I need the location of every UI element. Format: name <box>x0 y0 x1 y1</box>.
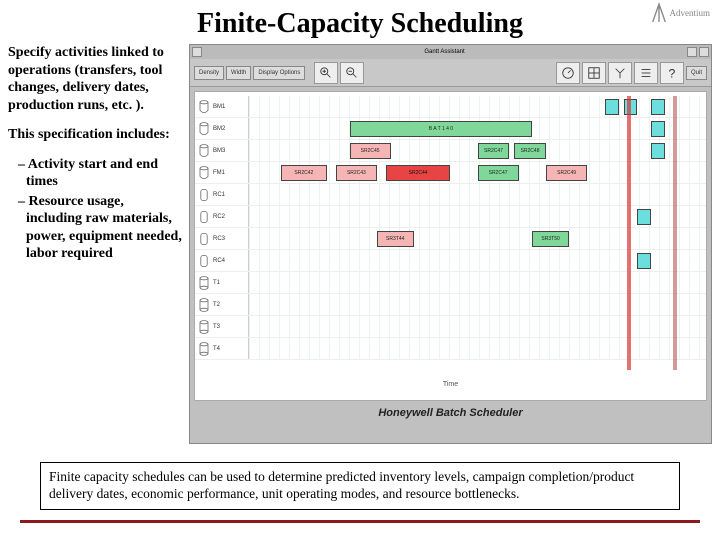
help-icon[interactable]: ? <box>660 62 684 84</box>
row-label: BM1 <box>195 96 249 117</box>
density-button[interactable]: Density <box>194 66 224 80</box>
maximize-icon[interactable] <box>699 47 709 57</box>
quit-button[interactable]: Quit <box>686 66 707 80</box>
row-track[interactable]: B A T 1 4 0 <box>249 118 706 139</box>
scheduler-caption: Honeywell Batch Scheduler <box>190 405 711 421</box>
row-label: BM2 <box>195 118 249 139</box>
list-icon[interactable] <box>634 62 658 84</box>
footer-rule <box>20 520 700 523</box>
time-marker-1 <box>627 96 631 370</box>
left-text-block: Specify activities linked to operations … <box>8 44 183 444</box>
gantt-bar[interactable]: SR2C48 <box>514 143 546 159</box>
time-axis-label: Time <box>195 381 706 388</box>
row-track[interactable] <box>249 272 706 293</box>
row-track[interactable] <box>249 184 706 205</box>
gantt-bar[interactable]: SR3T44 <box>377 231 414 247</box>
gantt-chart: BM1BM2B A T 1 4 0BM3SR2C45SR2C47SR2C48FM… <box>194 91 707 401</box>
bullet-item: – Activity start and end times <box>18 156 183 191</box>
bullet-item: – Resource usage, including raw material… <box>18 193 183 263</box>
brand-logo: Adventium <box>650 2 711 24</box>
gantt-bar[interactable] <box>651 143 665 159</box>
row-label: RC1 <box>195 184 249 205</box>
row-label: T4 <box>195 338 249 359</box>
row-track[interactable] <box>249 96 706 117</box>
gantt-bar[interactable] <box>637 253 651 269</box>
gantt-bar[interactable] <box>605 99 619 115</box>
row-label: BM3 <box>195 140 249 161</box>
row-track[interactable] <box>249 250 706 271</box>
gantt-bar[interactable]: SR2C45 <box>350 143 391 159</box>
row-label: FM1 <box>195 162 249 183</box>
gantt-bar[interactable]: SR2C47 <box>478 143 510 159</box>
time-marker-2 <box>673 96 677 370</box>
gantt-bar[interactable] <box>651 121 665 137</box>
window-menu-icon[interactable] <box>192 47 202 57</box>
row-track[interactable] <box>249 294 706 315</box>
display-options-button[interactable]: Display Options <box>253 66 305 80</box>
row-label: T3 <box>195 316 249 337</box>
gantt-bar[interactable]: SR3T50 <box>532 231 569 247</box>
gantt-bar[interactable] <box>651 99 665 115</box>
gantt-bar[interactable]: B A T 1 4 0 <box>350 121 533 137</box>
intro-paragraph: Specify activities linked to operations … <box>8 44 183 114</box>
row-label: RC3 <box>195 228 249 249</box>
page-title: Finite-Capacity Scheduling <box>0 0 720 44</box>
gantt-bar[interactable]: SR2C47 <box>478 165 519 181</box>
window-titlebar: Gantt Assistant <box>190 45 711 59</box>
content-row: Specify activities linked to operations … <box>0 44 720 444</box>
spec-bullets: – Activity start and end times – Resourc… <box>8 156 183 263</box>
row-label: T2 <box>195 294 249 315</box>
row-track[interactable] <box>249 316 706 337</box>
row-track[interactable]: SR2C42 SR2C43 SR2C44 SR2C47 SR2C49 <box>249 162 706 183</box>
grid-icon[interactable] <box>582 62 606 84</box>
minimize-icon[interactable] <box>687 47 697 57</box>
svg-text:?: ? <box>668 66 675 80</box>
toolbar: Density Width Display Options ? Quit <box>190 59 711 87</box>
gantt-bar[interactable]: SR2C44 <box>386 165 450 181</box>
row-label: RC4 <box>195 250 249 271</box>
row-track[interactable]: SR3T44 SR3T50 <box>249 228 706 249</box>
gantt-bar[interactable] <box>637 209 651 225</box>
tools-icon[interactable] <box>608 62 632 84</box>
gauge-icon[interactable] <box>556 62 580 84</box>
row-track[interactable]: SR2C45 SR2C47SR2C48 <box>249 140 706 161</box>
gantt-bar[interactable]: SR2C43 <box>336 165 377 181</box>
gantt-bar[interactable]: SR2C42 <box>281 165 327 181</box>
row-track[interactable] <box>249 206 706 227</box>
row-track[interactable] <box>249 338 706 359</box>
gantt-bar[interactable]: SR2C49 <box>546 165 587 181</box>
spec-intro: This specification includes: <box>8 126 183 144</box>
scheduler-window: Gantt Assistant Density Width Display Op… <box>189 44 712 444</box>
footer-note: Finite capacity schedules can be used to… <box>40 462 680 510</box>
window-title: Gantt Assistant <box>424 49 464 55</box>
row-label: T1 <box>195 272 249 293</box>
zoom-out-icon[interactable] <box>340 62 364 84</box>
zoom-in-icon[interactable] <box>314 62 338 84</box>
row-label: RC2 <box>195 206 249 227</box>
width-button[interactable]: Width <box>226 66 251 80</box>
